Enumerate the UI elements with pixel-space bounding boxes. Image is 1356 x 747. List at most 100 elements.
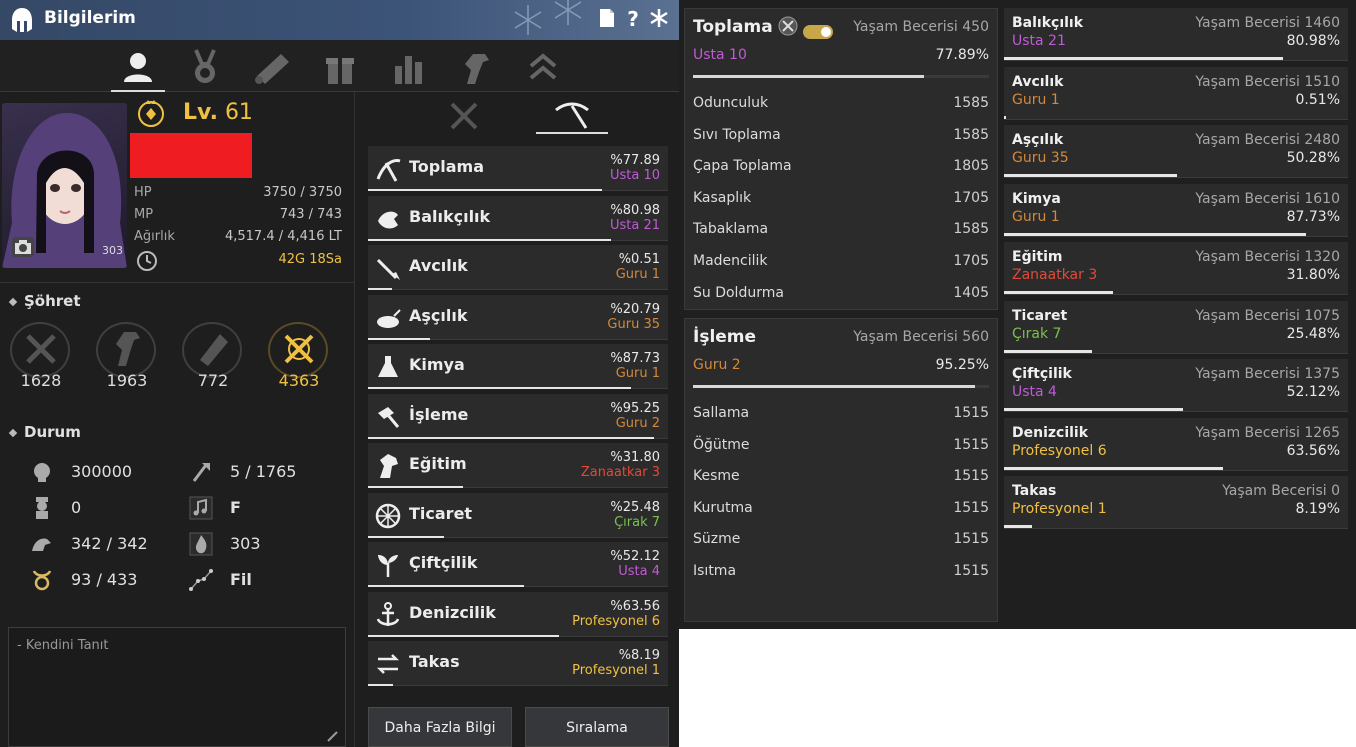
more-info-button[interactable]: Daha Fazla Bilgi	[368, 707, 512, 747]
mp-value: 743 / 743	[279, 207, 342, 222]
gathering-toggle[interactable]	[803, 25, 833, 39]
skill-card-name: Takas	[1012, 483, 1057, 499]
profession-row[interactable]: Denizcilik %63.56 Profesyonel 6	[368, 591, 668, 637]
profession-row[interactable]: Balıkçılık %80.98 Usta 21	[368, 195, 668, 241]
profession-row[interactable]: Eğitim %31.80 Zanaatkar 3	[368, 443, 668, 488]
fame-heading: Şöhret	[8, 292, 81, 310]
profession-percent: %31.80	[610, 450, 660, 465]
profession-percent: %80.98	[610, 202, 660, 218]
sub-skill-row: Kasaplık 1705	[693, 190, 989, 210]
horse-icon	[465, 54, 489, 84]
help-icon[interactable]: ?	[622, 8, 644, 30]
profession-percent: %77.89	[610, 153, 660, 168]
soldier-icon	[36, 497, 48, 519]
tab-quests[interactable]	[245, 48, 299, 88]
self-intro-textarea[interactable]: - Kendini Tanıt	[8, 627, 346, 747]
settings-icon[interactable]	[648, 8, 670, 30]
screen: Bilgilerim ? 303 Lv. 61 HP 3750 / 3750 M…	[0, 0, 1356, 747]
ranking-button[interactable]: Sıralama	[525, 707, 669, 747]
tab-profile[interactable]	[111, 48, 165, 92]
skill-card-percent: 31.80%	[1286, 267, 1340, 283]
profession-row[interactable]: Takas %8.19 Profesyonel 1	[368, 641, 668, 686]
tab-achievements[interactable]	[178, 48, 232, 88]
cooking-pot-icon	[377, 308, 401, 328]
processing-title: İşleme	[693, 327, 757, 347]
skill-card-rank: Guru 1	[1012, 91, 1060, 108]
skill-card[interactable]: Ticaret Yaşam Becerisi 1075 Çırak 7 25.48%	[1004, 300, 1348, 354]
profession-row[interactable]: Ticaret %25.48 Çırak 7	[368, 492, 668, 538]
profession-row[interactable]: Çiftçilik %52.12 Usta 4	[368, 542, 668, 587]
processing-rank: Guru 2	[693, 357, 741, 373]
skill-card[interactable]: Takas Yaşam Becerisi 0 Profesyonel 1 8.19%	[1004, 476, 1348, 529]
hammer-icon	[378, 406, 400, 428]
subtab-combat[interactable]	[428, 100, 500, 134]
profession-percent: %0.51	[618, 252, 660, 267]
document-icon[interactable]	[596, 8, 618, 30]
skill-card-skill: Yaşam Becerisi 1510	[1195, 73, 1340, 90]
title-bar[interactable]: Bilgilerim ?	[0, 0, 679, 40]
sub-skill-row: Odunculuk 1585	[693, 95, 989, 115]
skill-card[interactable]: Eğitim Yaşam Becerisi 1320 Zanaatkar 3 31.8…	[1004, 242, 1348, 295]
hp-value: 3750 / 3750	[263, 185, 342, 200]
tab-rewards[interactable]	[313, 48, 367, 88]
skill-card-progress	[1004, 525, 1033, 528]
skill-card[interactable]: Balıkçılık Yaşam Becerisi 1460 Usta 21 80.9…	[1004, 8, 1348, 61]
gathering-rank: Usta 10	[693, 47, 747, 63]
level-crest-icon	[137, 98, 165, 128]
skill-card-skill: Yaşam Becerisi 1265	[1195, 424, 1340, 441]
skill-card[interactable]: Çiftçilik Yaşam Becerisi 1375 Usta 4 52.12%	[1004, 359, 1348, 412]
processing-percent: 95.25%	[935, 357, 989, 373]
skill-card-rank: Guru 1	[1012, 208, 1060, 225]
profession-progress	[368, 189, 602, 191]
crossed-swords-icon	[450, 102, 478, 130]
processing-skill: Yaşam Becerisi 560	[853, 329, 989, 345]
horse-icon	[380, 454, 398, 478]
profession-row[interactable]: İşleme %95.25 Guru 2	[368, 393, 668, 439]
sub-skill-row: Sıvı Toplama 1585	[693, 127, 989, 147]
skill-card-percent: 63.56%	[1286, 442, 1340, 459]
profession-row[interactable]: Aşçılık %20.79 Guru 35	[368, 294, 668, 340]
helmet-icon	[12, 8, 32, 32]
character-info-window: Bilgilerim ? 303 Lv. 61 HP 3750 / 3750 M…	[0, 0, 679, 747]
profession-name: Çiftçilik	[409, 553, 478, 572]
sub-skill-name: Öğütme	[693, 436, 750, 453]
medal-icon	[194, 49, 216, 83]
sub-skill-value: 1705	[953, 189, 989, 206]
skill-card-skill: Yaşam Becerisi 2480	[1195, 132, 1340, 148]
profession-rank: Guru 35	[607, 316, 660, 332]
taurus-icon	[32, 570, 52, 591]
skill-card[interactable]: Kimya Yaşam Becerisi 1610 Guru 1 87.73%	[1004, 183, 1348, 237]
profession-name: İşleme	[409, 404, 469, 424]
profession-progress	[368, 387, 632, 389]
profession-name: Ticaret	[409, 503, 473, 523]
skill-card-progress	[1004, 291, 1114, 294]
pencil-icon[interactable]	[327, 730, 339, 742]
profession-row[interactable]: Toplama %77.89 Usta 10	[368, 146, 668, 191]
profession-name: Aşçılık	[409, 305, 468, 325]
sub-skill-name: Kasaplık	[693, 189, 752, 206]
tab-rank[interactable]	[516, 48, 570, 88]
sub-skill-row: Tabaklama 1585	[693, 221, 989, 241]
skill-card-rank: Zanaatkar 3	[1012, 267, 1098, 283]
tab-statistics[interactable]	[381, 48, 435, 88]
fame-knowledge: 772	[180, 320, 246, 390]
tab-horse[interactable]	[449, 48, 503, 88]
portrait-badge: 303	[102, 244, 123, 257]
camera-icon[interactable]	[12, 237, 34, 257]
profession-percent: %20.79	[610, 301, 660, 317]
profession-row[interactable]: Kimya %87.73 Guru 1	[368, 344, 668, 389]
silver-value: 42G 18Sa	[278, 252, 342, 267]
skill-card[interactable]: Aşçılık Yaşam Becerisi 2480 Guru 35 50.28%	[1004, 125, 1348, 178]
sprout-icon	[378, 555, 398, 577]
subtab-life[interactable]	[536, 100, 608, 134]
profession-name: Eğitim	[409, 454, 467, 473]
sub-skill-row: Çapa Toplama 1805	[693, 158, 989, 178]
skill-card[interactable]: Avcılık Yaşam Becerisi 1510 Guru 1 0.51%	[1004, 66, 1348, 120]
skill-card[interactable]: Denizcilik Yaşam Becerisi 1265 Profesyonel…	[1004, 417, 1348, 471]
level-label: Lv.	[183, 100, 218, 125]
fame-knowledge-value: 772	[197, 371, 229, 390]
profession-progress	[368, 486, 464, 488]
profession-row[interactable]: Avcılık %0.51 Guru 1	[368, 245, 668, 290]
sub-skill-row: Su Doldurma 1405	[693, 285, 989, 305]
gathering-title: Toplama	[693, 17, 773, 37]
